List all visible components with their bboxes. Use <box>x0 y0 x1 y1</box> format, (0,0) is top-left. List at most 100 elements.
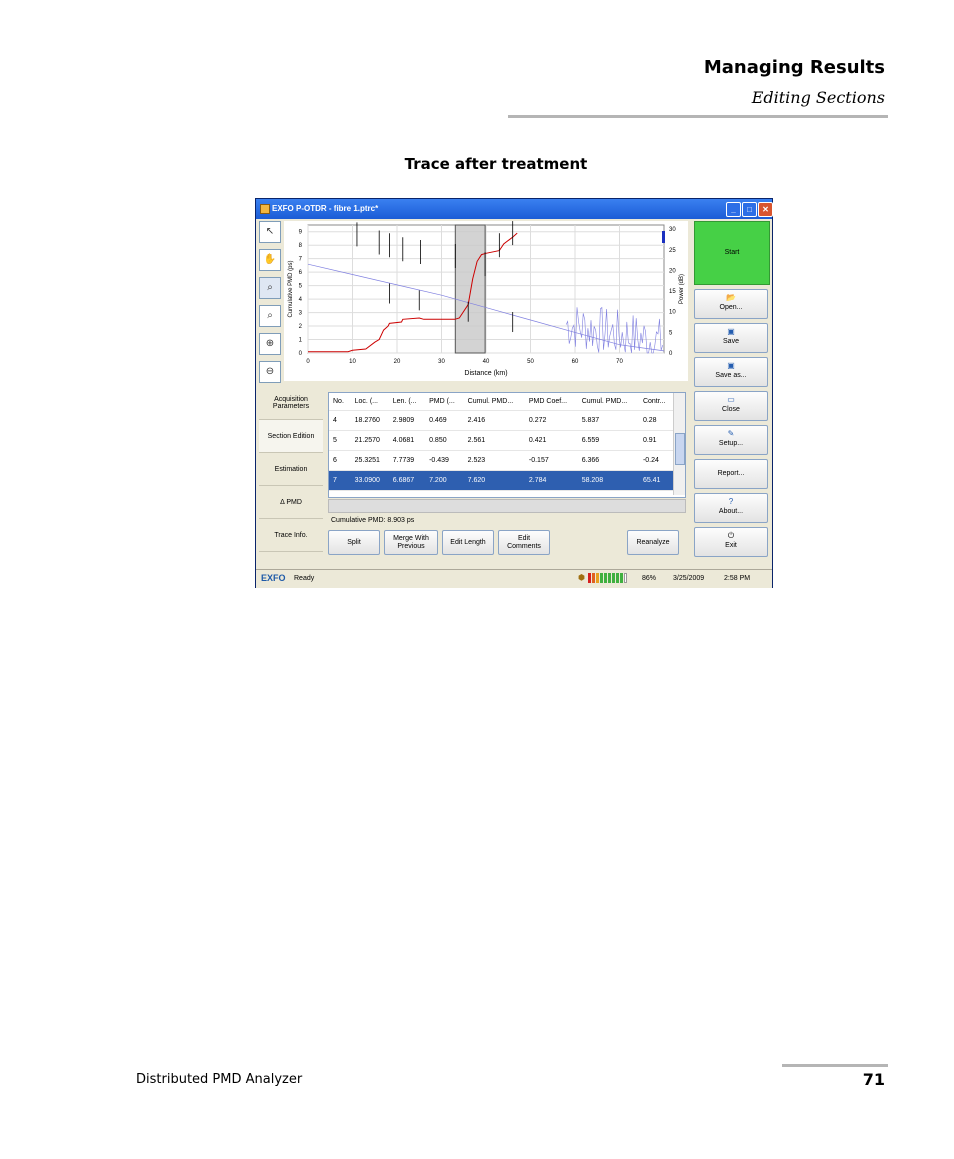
column-header[interactable]: Cumul. PMD... <box>463 393 525 411</box>
status-time: 2:58 PM <box>724 575 751 582</box>
table-cell: 21.2570 <box>350 430 389 451</box>
table-row[interactable]: 6 25.3251 7.7739 -0.439 2.523 -0.157 6.366 -0.2… <box>329 450 674 471</box>
zoom-in-icon[interactable]: ⊕ <box>259 333 281 355</box>
y2-tick-label: 20 <box>669 268 676 274</box>
y-tick-label: 9 <box>299 230 303 236</box>
y2-tick-label: 15 <box>669 289 676 295</box>
table-cell: 7 <box>329 470 351 491</box>
zoom-area-icon[interactable]: ⌕ <box>259 277 281 299</box>
column-header[interactable]: Len. (... <box>388 393 426 411</box>
y2-tick-label: 30 <box>669 227 676 233</box>
table-cell: 7.200 <box>425 470 464 491</box>
footer-rule <box>782 1064 888 1067</box>
table-cell: 2.9809 <box>388 410 426 431</box>
tab-trace-info[interactable]: Trace Info. <box>259 519 323 552</box>
column-header[interactable]: Cumul. PMD... <box>577 393 639 411</box>
edit-length-button[interactable]: Edit Length <box>442 530 494 555</box>
battery-percent: 86% <box>642 575 657 582</box>
tab-section-edition[interactable]: Section Edition <box>259 420 323 453</box>
figure-caption: Trace after treatment <box>404 155 588 173</box>
table-cell: 2.561 <box>463 430 525 451</box>
table-scrollbar[interactable] <box>673 393 685 495</box>
exit-button[interactable]: ⏻ Exit <box>694 527 768 557</box>
table-row[interactable]: 7 33.0900 6.6867 7.200 7.620 2.784 58.208 65.41 <box>329 470 674 491</box>
exit-label: Exit <box>725 542 737 549</box>
title-bar[interactable]: EXFO P-OTDR - fibre 1.ptrc* _ □ ✕ <box>256 199 773 219</box>
close-button[interactable]: ▭ Close <box>694 391 768 421</box>
setup-label: Setup... <box>718 440 744 447</box>
y2-axis-label: Power (dB) <box>679 274 685 304</box>
start-button[interactable]: Start <box>694 221 770 285</box>
table-cell: 2.784 <box>524 470 578 491</box>
tab-delta-pmd[interactable]: Δ PMD <box>259 486 323 519</box>
save-button[interactable]: ▣ Save <box>694 323 768 353</box>
trace-plot[interactable]: 0 10 20 30 40 50 60 70 0 1 2 3 4 5 6 7 8 9 0 5 10 15 20 25 30 Dis… <box>284 221 688 381</box>
edit-comments-label-2: Comments <box>507 542 541 550</box>
zoom-fit-icon[interactable]: ⌕ <box>259 305 281 327</box>
app-icon <box>260 204 270 214</box>
column-header[interactable]: PMD Coef... <box>524 393 578 411</box>
footer-doc-name: Distributed PMD Analyzer <box>136 1072 303 1087</box>
report-label: Report... <box>717 470 745 477</box>
table-row[interactable]: 4 18.2760 2.9809 0.469 2.416 0.272 5.837 0.28 <box>329 410 674 431</box>
page-number: 71 <box>862 1070 885 1089</box>
y-axis-label: Cumulative PMD (ps) <box>288 260 294 317</box>
table-cell: 4.0681 <box>388 430 426 451</box>
status-text: Ready <box>294 575 315 582</box>
scroll-thumb[interactable] <box>675 433 685 465</box>
pointer-icon[interactable]: ↖ <box>259 221 281 243</box>
header-rule <box>508 115 888 118</box>
split-button[interactable]: Split <box>328 530 380 555</box>
column-header[interactable]: Contr... <box>638 393 674 411</box>
merge-with-previous-button[interactable]: Merge With Previous <box>384 530 438 555</box>
y2-tick-label: 10 <box>669 310 676 316</box>
y-tick-label: 0 <box>299 351 303 357</box>
window-title: EXFO P-OTDR - fibre 1.ptrc* <box>272 204 379 213</box>
side-button-panel: Start 📂 Open... ▣ Save ▣ Save as... ▭ Close … <box>694 221 770 561</box>
setup-button[interactable]: ✎ Setup... <box>694 425 768 455</box>
column-header[interactable]: No. <box>329 393 351 411</box>
save-as-button[interactable]: ▣ Save as... <box>694 357 768 387</box>
report-button[interactable]: Report... <box>694 459 768 489</box>
table-header-row: No. Loc. (... Len. (... PMD (... Cumul. … <box>329 393 674 411</box>
table-cell: 61.817 <box>577 490 639 497</box>
x-tick-label: 0 <box>306 359 310 365</box>
tab-acquisition-parameters[interactable]: Acquisition Parameters <box>259 387 323 420</box>
table-cell: 8 <box>329 490 351 497</box>
y-tick-label: 8 <box>299 243 303 249</box>
table-cell: 0.28 <box>638 410 674 431</box>
power-icon: ⬢ <box>578 573 585 582</box>
x-tick-label: 20 <box>394 359 401 365</box>
table-row[interactable]: 839.78573.16981.9007.8621.06761.8174.55 <box>329 490 674 497</box>
column-header[interactable]: PMD (... <box>425 393 464 411</box>
y-tick-label: 5 <box>299 284 303 290</box>
y-tick-label: 2 <box>299 324 303 330</box>
maximize-button[interactable]: □ <box>742 202 757 217</box>
selected-section-band <box>454 224 486 354</box>
y-tick-label: 6 <box>299 270 303 276</box>
table-row[interactable]: 5 21.2570 4.0681 0.850 2.561 0.421 6.559 0.91 <box>329 430 674 451</box>
comment-bar <box>328 499 686 513</box>
table-cell: 2.523 <box>463 450 525 471</box>
app-window: EXFO P-OTDR - fibre 1.ptrc* _ □ ✕ ↖ ✋ ⌕ … <box>255 198 773 588</box>
table-cell: 65.41 <box>638 470 674 491</box>
edit-comments-button[interactable]: Edit Comments <box>498 530 550 555</box>
close-window-button[interactable]: ✕ <box>758 202 773 217</box>
reanalyze-button[interactable]: Reanalyze <box>627 530 679 555</box>
x-tick-label: 50 <box>527 359 534 365</box>
tool-palette: ↖ ✋ ⌕ ⌕ ⊕ ⊖ <box>259 221 281 389</box>
minimize-button[interactable]: _ <box>726 202 741 217</box>
table-cell: 6 <box>329 450 351 471</box>
help-icon: ? <box>728 497 734 506</box>
table-cell: 4.55 <box>638 490 674 497</box>
zoom-out-icon[interactable]: ⊖ <box>259 361 281 383</box>
tab-list: Acquisition Parameters Section Edition E… <box>259 387 323 552</box>
tab-estimation[interactable]: Estimation <box>259 453 323 486</box>
about-button[interactable]: ? About... <box>694 493 768 523</box>
x-tick-label: 30 <box>438 359 445 365</box>
column-header[interactable]: Loc. (... <box>350 393 389 411</box>
save-label: Save <box>723 338 739 345</box>
y2-tick-label: 0 <box>669 351 673 357</box>
hand-icon[interactable]: ✋ <box>259 249 281 271</box>
open-button[interactable]: 📂 Open... <box>694 289 768 319</box>
